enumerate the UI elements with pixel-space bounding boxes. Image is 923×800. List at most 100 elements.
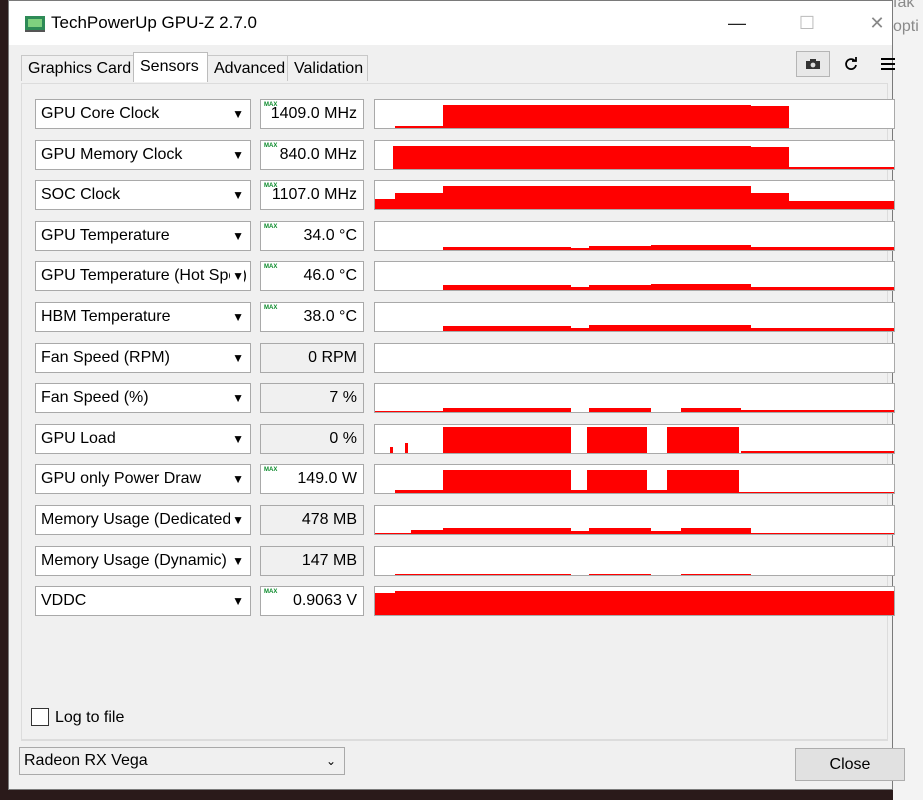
screenshot-button[interactable] [796,51,830,77]
tab-sensors[interactable]: Sensors [133,52,208,82]
sensor-graph[interactable] [374,505,895,535]
tab-advanced[interactable]: Advanced [207,55,288,81]
sensor-value-box[interactable]: MAX 1107.0 MHz [260,180,364,210]
sensor-row: GPU only Power Draw ▼ MAX 149.0 W [22,464,895,496]
triangle-down-icon: ▼ [230,141,244,169]
sensor-name: GPU Memory Clock [41,146,183,163]
graph-bar [443,105,571,128]
sensor-name-dropdown[interactable]: Fan Speed (RPM) ▼ [35,343,251,373]
sensor-graph-plot [395,105,789,128]
sensor-value-box[interactable]: MAX 38.0 °C [260,302,364,332]
gpuz-app-icon [25,16,45,32]
tab-graphics-card[interactable]: Graphics Card [21,55,134,81]
sensor-graph-plot [395,470,894,493]
sensor-name-dropdown[interactable]: GPU Temperature (Hot Spot) ▼ [35,261,251,291]
sensor-name-dropdown[interactable]: Memory Usage (Dynamic) ▼ [35,546,251,576]
sensor-name-dropdown[interactable]: GPU Temperature ▼ [35,221,251,251]
graph-bar [571,531,589,534]
sensor-value: 149.0 W [297,470,357,487]
sensor-graph[interactable] [374,140,895,170]
graph-bar [789,201,894,209]
sensor-graph[interactable] [374,464,895,494]
sensor-name-dropdown[interactable]: GPU only Power Draw ▼ [35,464,251,494]
sensor-graph[interactable] [374,383,895,413]
sensor-name-dropdown[interactable]: GPU Memory Clock ▼ [35,140,251,170]
sensor-name-dropdown[interactable]: HBM Temperature ▼ [35,302,251,332]
title-bar[interactable]: TechPowerUp GPU-Z 2.7.0 — ☐ ✕ [9,1,892,45]
graph-bar [741,410,894,412]
log-to-file-checkbox[interactable] [31,708,49,726]
sensor-value: 7 % [329,389,357,406]
graph-bar [395,574,571,575]
sensor-graph[interactable] [374,546,895,576]
sensor-value-box[interactable]: 478 MB [260,505,364,535]
sensor-value-box[interactable]: 7 % [260,383,364,413]
sensor-value-box[interactable]: MAX 46.0 °C [260,261,364,291]
sensor-row: Memory Usage (Dynamic) ▼ 147 MB [22,546,895,578]
sensor-graph-plot [375,408,894,412]
maximize-button[interactable]: ☐ [785,7,829,39]
graph-bar [589,285,651,290]
sensor-graph[interactable] [374,302,895,332]
sensor-value-box[interactable]: MAX 0.9063 V [260,586,364,616]
max-indicator-icon: MAX [264,305,278,311]
graph-bar [589,325,651,331]
graph-bar [589,408,651,412]
sensor-name-dropdown[interactable]: GPU Load ▼ [35,424,251,454]
sensor-graph-plot [393,146,894,169]
refresh-button[interactable] [834,51,868,77]
sensor-value-box[interactable]: 0 % [260,424,364,454]
graph-bar [395,490,443,493]
graph-bar [571,146,651,169]
sensor-name: Memory Usage (Dynamic) [41,552,227,569]
sensor-value-box[interactable]: 0 RPM [260,343,364,373]
sensor-graph[interactable] [374,180,895,210]
sensor-graph[interactable] [374,343,895,373]
graph-bar [751,328,894,331]
sensor-graph-plot [390,427,894,453]
sensor-graph-plot [375,186,894,209]
sensor-graph[interactable] [374,424,895,454]
sensors-panel: GPU Core Clock ▼ MAX 1409.0 MHz GPU Memory C… [21,83,895,740]
sensor-value-box[interactable]: 147 MB [260,546,364,576]
graph-bar [587,470,647,493]
sensor-value-box[interactable]: MAX 840.0 MHz [260,140,364,170]
sensor-row: GPU Load ▼ 0 % [22,424,895,456]
sensor-value-box[interactable]: MAX 34.0 °C [260,221,364,251]
chevron-down-icon: ⌄ [325,754,336,768]
sensor-name-dropdown[interactable]: VDDC ▼ [35,586,251,616]
graph-bar [647,490,667,493]
graph-bar [789,167,894,169]
sensor-value-box[interactable]: MAX 149.0 W [260,464,364,494]
sensor-graph[interactable] [374,99,895,129]
sensor-value-box[interactable]: MAX 1409.0 MHz [260,99,364,129]
sensor-graph[interactable] [374,221,895,251]
sensor-name: Memory Usage (Dedicated) [41,511,237,528]
graph-bar [375,533,411,534]
sensor-name-dropdown[interactable]: Fan Speed (%) ▼ [35,383,251,413]
sensor-row: GPU Temperature (Hot Spot) ▼ MAX 46.0 °C [22,261,895,293]
graph-bar [751,106,789,128]
sensor-graph[interactable] [374,261,895,291]
close-window-button[interactable]: ✕ [855,7,899,39]
gpu-select[interactable]: Radeon RX Vega ⌄ [19,747,345,775]
sensor-row: GPU Memory Clock ▼ MAX 840.0 MHz [22,140,895,172]
graph-bar [589,528,651,534]
triangle-down-icon: ▼ [230,100,244,128]
graph-bar [751,287,894,290]
menu-button[interactable] [871,51,905,77]
triangle-down-icon: ▼ [230,465,244,493]
window-title: TechPowerUp GPU-Z 2.7.0 [51,13,257,32]
sensor-value: 840.0 MHz [279,146,357,163]
tab-validation[interactable]: Validation [287,55,368,81]
sensor-row: GPU Core Clock ▼ MAX 1409.0 MHz [22,99,895,131]
minimize-button[interactable]: — [715,7,759,39]
sensor-name-dropdown[interactable]: SOC Clock ▼ [35,180,251,210]
sensor-name-dropdown[interactable]: GPU Core Clock ▼ [35,99,251,129]
triangle-down-icon: ▼ [230,344,244,372]
graph-bar [443,326,571,331]
close-button[interactable]: Close [795,748,905,781]
sensor-graph[interactable] [374,586,895,616]
max-indicator-icon: MAX [264,143,278,149]
sensor-name-dropdown[interactable]: Memory Usage (Dedicated) ▼ [35,505,251,535]
